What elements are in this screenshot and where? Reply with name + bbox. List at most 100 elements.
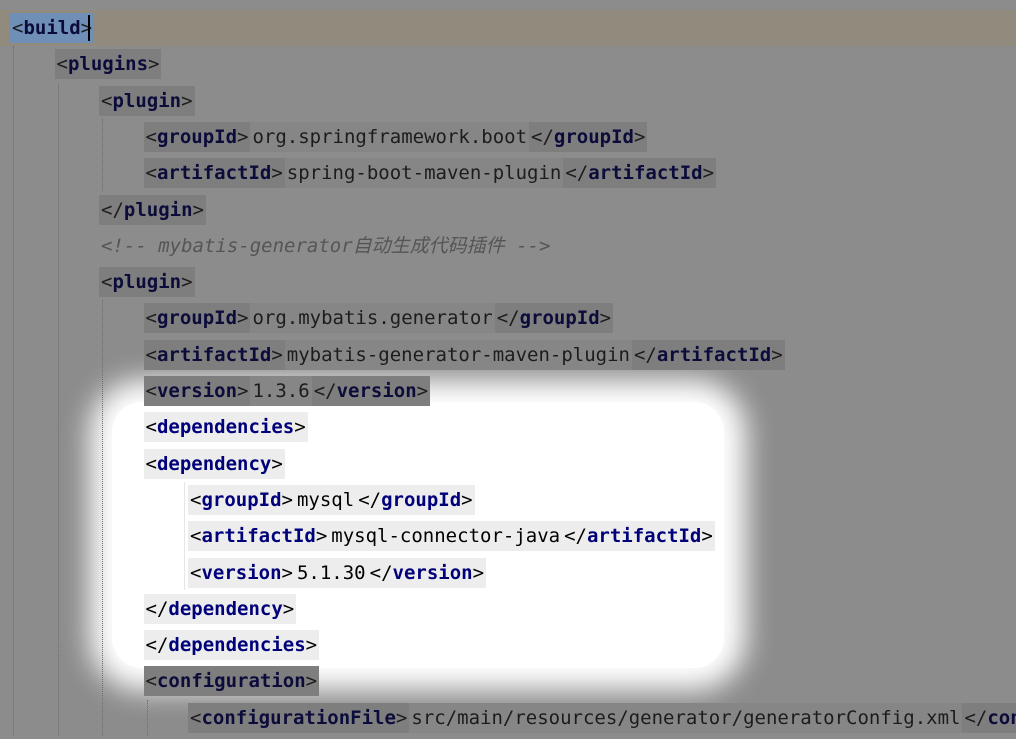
tag-bracket: < [190,525,202,548]
tag-name: plugin [112,271,182,294]
tag-bracket: </ [496,307,520,330]
indent-guide-highlight [146,482,185,590]
element-text: 1.3.6 [250,376,312,406]
tag-bracket: > [294,416,306,439]
code-line[interactable]: <artifactId> mysql-connector-java </artifa… [188,518,715,554]
tag-bracket: > [472,561,485,584]
tag-name: groupId [381,488,462,511]
tag-bracket: > [281,488,293,511]
tag-bracket: < [101,89,113,112]
xml-close-tag: </plugin> [99,194,206,225]
code-line[interactable]: <plugin> [99,264,195,300]
xml-close-tag: </groupId> [356,484,475,515]
indent-guide [57,82,59,736]
tag-name: plugin [123,198,193,221]
code-line[interactable]: <!-- mybatis-generator自动生成代码插件 --> [99,228,552,264]
tag-bracket: > [771,343,783,366]
code-line[interactable]: </dependencies> [143,627,320,663]
tag-bracket: > [395,706,408,729]
code-line[interactable]: </dependency> [143,591,297,627]
code-line[interactable]: <dependencies> [143,409,308,445]
xml-open-tag: <configuration> [143,666,320,697]
tag-name: groupId [156,307,238,330]
xml-open-tag: <plugin> [99,267,195,298]
code-line[interactable]: <dependency> [143,446,285,482]
tag-bracket: < [56,53,68,76]
code-editor[interactable]: <build> <plugins> <plugin> <groupId> org.spr… [0,0,1016,739]
tag-bracket: > [271,343,283,366]
indent-guide [102,118,103,192]
code-line[interactable]: <groupId> org.mybatis.generator </groupId> [143,300,614,336]
tag-name: groupId [553,125,634,148]
tag-bracket: > [416,380,429,402]
tag-bracket: </ [313,380,337,402]
element-text: org.mybatis.generator [250,303,495,334]
tag-bracket: > [192,198,204,221]
code-line[interactable]: <artifactId> spring-boot-maven-plugin </ar… [143,155,717,191]
tag-bracket: > [80,17,93,39]
text-cursor [88,15,90,41]
indent-guide [13,46,14,736]
tag-name: artifactId [201,525,316,548]
xml-close-tag: </groupId> [529,121,648,152]
tag-bracket: < [145,452,157,475]
xml-open-tag: <build> [10,13,95,43]
indent-guide [102,300,103,736]
xml-open-tag: <groupId> [143,303,251,334]
tag-bracket: > [282,597,295,620]
element-text: mysql [294,484,357,515]
tag-name: version [336,380,417,402]
code-line[interactable]: <configurationFile> src/main/resources/ge… [188,700,1016,736]
tag-name: configu [987,706,1016,729]
element-text: spring-boot-maven-plugin [284,158,564,189]
tag-name: version [156,380,238,402]
code-line[interactable]: <groupId> mysql </groupId> [188,482,475,518]
code-line[interactable]: <version> 1.3.6 </version> [143,373,431,409]
tag-name: groupId [201,488,282,511]
xml-close-tag: </version> [367,557,487,588]
element-text: mybatis-generator-maven-plugin [284,339,632,370]
tag-bracket: > [181,271,193,294]
xml-close-tag: </version> [311,376,431,406]
xml-close-tag: </artifactId> [631,339,785,370]
tag-bracket: > [237,307,249,330]
code-line[interactable]: <plugins> [54,46,162,82]
tag-bracket: > [599,307,612,330]
tag-bracket: > [281,561,293,584]
tag-bracket: > [181,89,193,112]
element-text: 5.1.30 [294,557,368,588]
tag-name: groupId [156,125,238,148]
code-line[interactable]: <build> [10,10,95,46]
tag-name: artifactId [586,525,702,548]
code-line[interactable]: <artifactId> mybatis-generator-maven-plug… [143,337,785,373]
tag-bracket: < [145,670,157,693]
xml-open-tag: <artifactId> [143,339,285,370]
element-text: mysql-connector-java [329,521,563,552]
tag-bracket: > [305,634,318,657]
tag-bracket: </ [531,125,554,148]
code-line[interactable]: <plugin> [99,83,195,119]
code-line[interactable]: </plugin> [99,192,206,228]
xml-close-tag: </configu [962,702,1016,733]
xml-close-tag: </groupId> [494,303,614,334]
xml-open-tag: <version> [188,557,295,588]
tag-name: version [392,561,473,584]
element-text: org.springframework.boot [250,121,530,152]
tag-bracket: </ [145,634,169,657]
tag-bracket: </ [101,198,124,221]
xml-open-tag: <dependencies> [143,412,308,443]
tag-bracket: > [148,53,160,76]
code-line[interactable]: <configuration> [143,663,320,699]
xml-close-tag: </artifactId> [562,521,715,552]
xml-open-tag: <plugins> [54,49,162,80]
tag-name: dependency [168,597,283,620]
element-text: src/main/resources/generator/generatorCo… [409,702,963,733]
code-line[interactable]: <groupId> org.springframework.boot </group… [143,119,648,155]
code-line[interactable]: <version> 5.1.30 </version> [188,555,487,591]
tag-name: artifactId [156,343,272,366]
xml-open-tag: <version> [143,376,251,406]
current-line-highlight [0,10,1016,46]
tag-name: plugins [67,53,149,76]
tag-bracket: > [315,525,328,548]
xml-open-tag: <dependency> [143,448,285,479]
